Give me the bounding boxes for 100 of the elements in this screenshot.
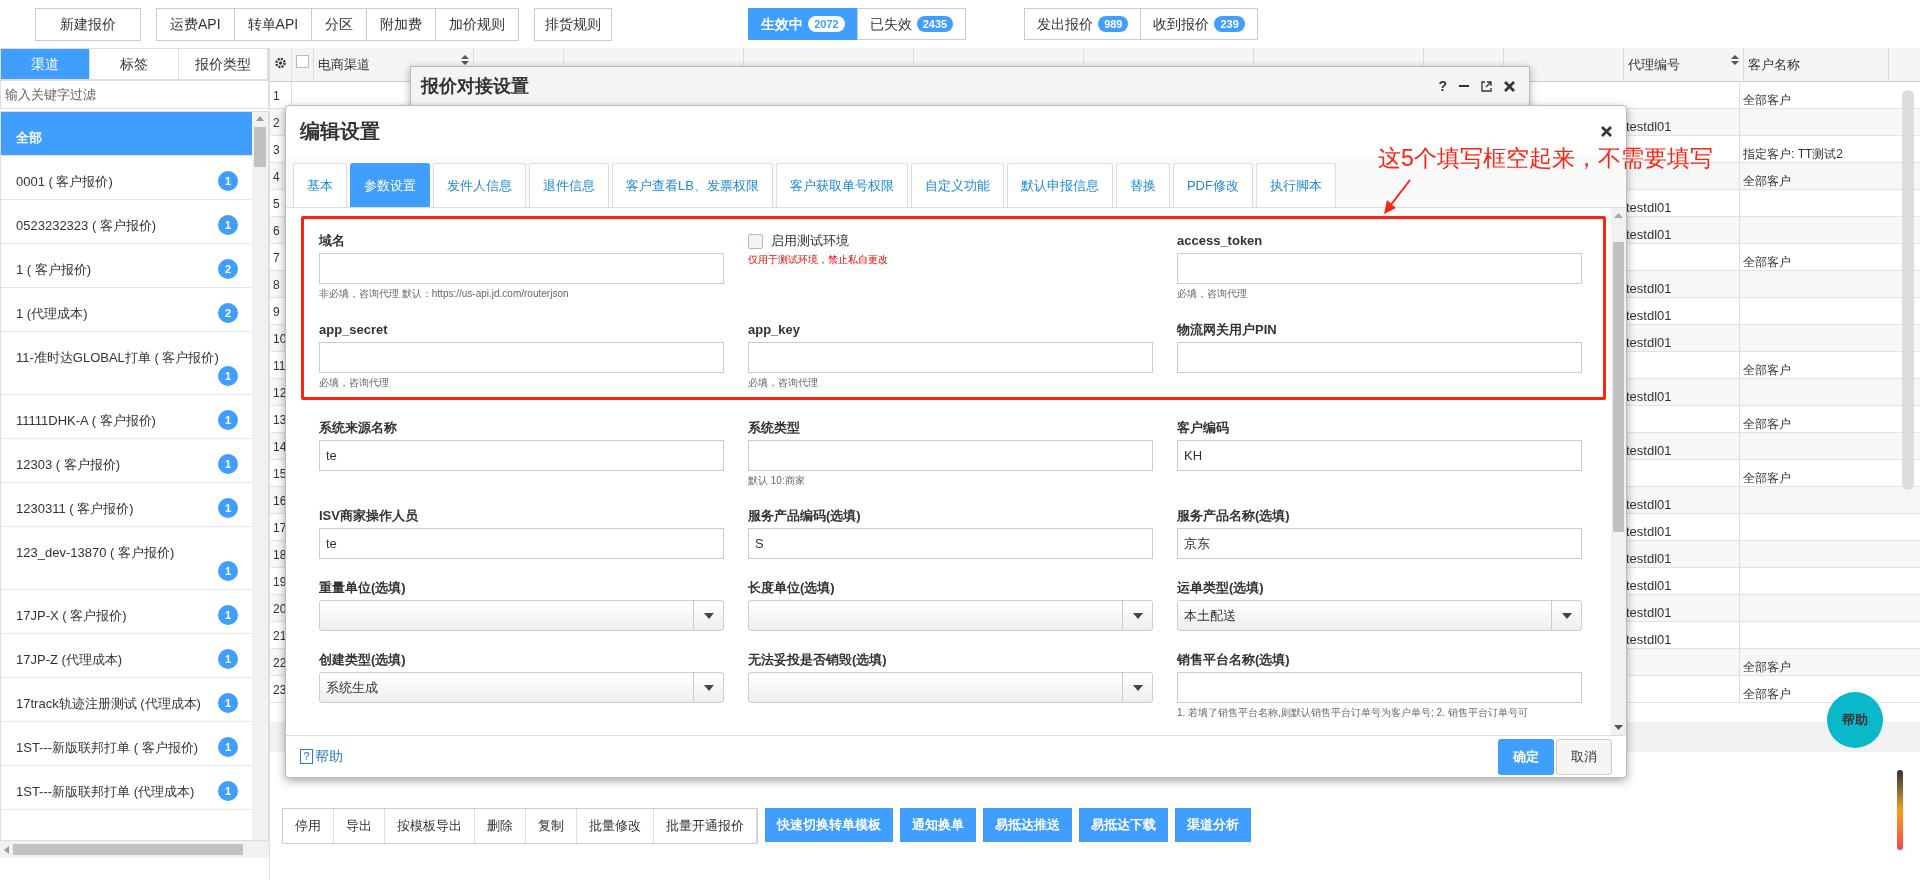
field-label: access_token	[1177, 232, 1264, 249]
select-field[interactable]: 系统生成	[319, 672, 724, 703]
scroll-down-icon[interactable]	[1614, 725, 1623, 730]
field-hint: 必填，咨询代理	[748, 377, 819, 389]
sort-icon	[461, 55, 469, 65]
rules-button[interactable]: 排货规则	[534, 7, 613, 41]
table-cell: 全部客户	[1743, 660, 1791, 674]
scrollbar[interactable]	[1902, 90, 1914, 490]
toolbar-button[interactable]: 加价规则	[435, 7, 520, 41]
dialog-tab[interactable]: 替换	[1115, 163, 1170, 207]
field-label: 服务产品名称(选填)	[1177, 507, 1291, 524]
dropdown-icon	[1132, 612, 1143, 619]
select-all-checkbox[interactable]	[296, 55, 309, 68]
count-badge: 1	[218, 649, 238, 669]
horizontal-scrollbar[interactable]	[0, 841, 269, 858]
checkbox[interactable]	[748, 233, 763, 249]
count-badge: 1	[218, 693, 238, 713]
field-label: 域名	[319, 232, 346, 249]
column-header[interactable]: 电商渠道	[318, 55, 457, 75]
table-cell: testdl01	[1626, 578, 1672, 593]
input-field[interactable]	[748, 342, 1153, 373]
field-label: 重量单位(选填)	[319, 579, 407, 596]
annotation-text: 这5个填写框空起来，不需要填写	[1378, 144, 1713, 173]
field-label: ISV商家操作人员	[319, 507, 419, 524]
help-icon: ?	[300, 749, 313, 764]
dialog-tab[interactable]: 客户查看LB、发票权限	[612, 163, 773, 207]
count-badge: 1	[218, 737, 238, 757]
scroll-left-icon[interactable]	[4, 845, 9, 854]
dialog-tab[interactable]: 发件人信息	[433, 163, 526, 207]
toolbar-button[interactable]: 运费API	[156, 7, 235, 41]
new-quote-button[interactable]: 新建报价	[35, 7, 141, 41]
scroll-thumb[interactable]	[254, 127, 266, 167]
table-cell: testdl01	[1626, 200, 1672, 215]
table-cell: testdl01	[1626, 632, 1672, 647]
toolbar-button[interactable]: 附加费	[366, 7, 437, 41]
dialog-tab[interactable]: 执行脚本	[1255, 163, 1336, 207]
input-field[interactable]: te	[319, 528, 724, 559]
dialog-tab[interactable]: 客户获取单号权限	[775, 163, 908, 207]
field-label: 运单类型(选填)	[1177, 579, 1265, 596]
input-field[interactable]	[1177, 672, 1582, 703]
input-field[interactable]	[1177, 253, 1582, 284]
table-cell: 全部客户	[1743, 363, 1791, 377]
dropdown-icon	[1132, 684, 1143, 691]
cancel-button[interactable]: 取消	[1556, 738, 1612, 775]
table-cell: testdl01	[1626, 281, 1672, 296]
toolbar-button[interactable]: 分区	[311, 7, 368, 41]
scroll-up-icon[interactable]	[256, 116, 264, 121]
field-label: 系统来源名称	[319, 419, 398, 436]
field-label: 长度单位(选填)	[748, 579, 836, 596]
dialog-tab[interactable]: 自定义功能	[910, 163, 1004, 207]
input-field[interactable]	[748, 440, 1153, 471]
filter-field[interactable]: 输入关键字过滤	[0, 80, 269, 109]
filter-tab[interactable]: 发出报价 989	[1024, 8, 1142, 40]
select-field[interactable]	[748, 672, 1153, 703]
input-field[interactable]	[319, 342, 724, 373]
column-header[interactable]: 客户名称	[1748, 55, 1884, 75]
toolbar-button[interactable]: 转单API	[233, 7, 313, 41]
input-field[interactable]: te	[319, 440, 724, 471]
table-cell: testdl01	[1626, 335, 1672, 350]
input-field[interactable]	[319, 253, 724, 284]
dialog-title: 编辑设置	[300, 119, 381, 144]
help-link[interactable]: ? 帮助	[300, 746, 343, 767]
scrollbar[interactable]	[1611, 208, 1626, 735]
count-badge: 2435	[916, 16, 954, 32]
count-badge: 2	[218, 259, 238, 279]
input-field[interactable]: 京东	[1177, 528, 1582, 559]
dialog-tab[interactable]: PDF修改	[1172, 163, 1253, 207]
count-badge: 1	[218, 781, 238, 801]
table-cell: testdl01	[1626, 227, 1672, 242]
table-cell: 全部客户	[1743, 93, 1791, 107]
dialog-tab[interactable]: 退件信息	[529, 163, 609, 207]
select-field[interactable]	[748, 600, 1153, 631]
input-field[interactable]: KH	[1177, 440, 1582, 471]
count-badge: 2072	[808, 16, 845, 32]
close-icon[interactable]	[1601, 125, 1612, 137]
input-field[interactable]: S	[748, 528, 1153, 559]
filter-tab[interactable]: 已失效 2435	[856, 8, 967, 40]
input-field[interactable]	[1177, 342, 1582, 373]
column-header[interactable]: 代理编号	[1628, 55, 1727, 75]
field-label: 销售平台名称(选填)	[1177, 651, 1291, 668]
settings-icon[interactable]	[274, 55, 287, 71]
select-field[interactable]: 本土配送	[1177, 600, 1582, 631]
table-cell: testdl01	[1626, 551, 1672, 566]
count-badge: 1	[218, 498, 238, 518]
table-cell: 全部客户	[1743, 255, 1791, 269]
field-label: app_key	[748, 321, 802, 338]
count-badge: 1	[218, 366, 238, 386]
select-field[interactable]	[319, 600, 724, 631]
close-icon[interactable]	[1504, 80, 1515, 92]
filter-tab[interactable]: 收到报价 239	[1140, 8, 1258, 40]
field-label: 物流网关用户PIN	[1177, 321, 1278, 338]
scrollbar[interactable]	[252, 112, 268, 840]
dialog-tab[interactable]: 基本	[293, 163, 347, 207]
table-cell: testdl01	[1626, 389, 1672, 404]
dropdown-icon	[703, 684, 714, 691]
table-cell: testdl01	[1626, 443, 1672, 458]
table-cell: 全部客户	[1743, 687, 1791, 701]
popout-icon[interactable]	[1481, 80, 1492, 92]
sort-icon	[1731, 55, 1739, 65]
dialog-tab[interactable]: 默认申报信息	[1006, 163, 1113, 207]
